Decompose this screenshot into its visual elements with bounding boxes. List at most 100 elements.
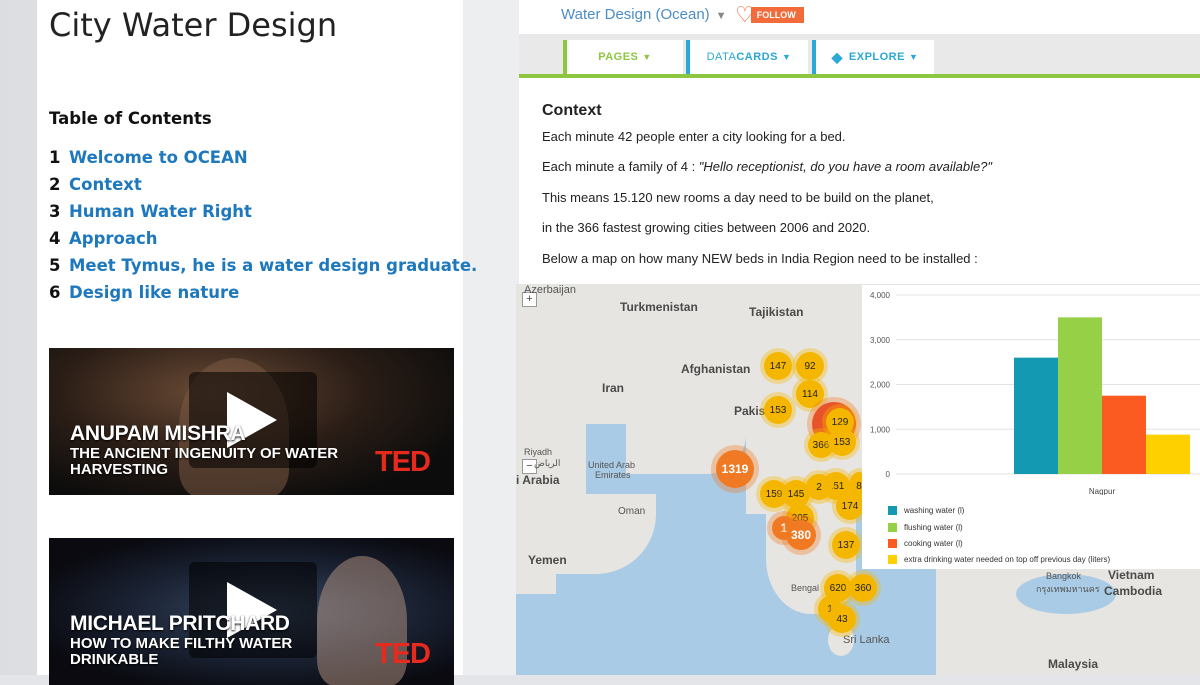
map-cluster[interactable]: 43 <box>828 605 856 633</box>
map-label: Malaysia <box>1048 657 1099 671</box>
map-cluster[interactable]: 360 <box>849 574 877 602</box>
legend-item: cooking water (l) <box>888 539 963 548</box>
tab-bar: PAGES ▼ DATA CARDS ▼ ◆ EXPLORE ▼ <box>519 34 1200 78</box>
toc-number: 2 <box>49 175 61 194</box>
y-tick-label: 3,000 <box>870 336 891 345</box>
legend-swatch <box>888 539 897 548</box>
map-label: Oman <box>618 506 646 517</box>
map-label: Bangkok <box>1046 571 1082 581</box>
chart-bar[interactable] <box>1014 357 1058 474</box>
legend-label: cooking water (l) <box>904 539 963 548</box>
toc-number: 4 <box>49 229 61 248</box>
map-cluster[interactable]: 1319 <box>716 450 754 488</box>
legend-label: extra drinking water needed on top off p… <box>904 555 1111 564</box>
video-speaker-name: ANUPAM MISHRA <box>70 422 246 445</box>
map-label: Cambodia <box>1104 584 1163 598</box>
map-cluster[interactable]: 92 <box>796 352 824 380</box>
map-label: Afghanistan <box>681 362 751 376</box>
bar-chart: 0 1,000 2,000 3,000 4,000 Nagpur washing wate… <box>862 285 1200 569</box>
map-label: Sri Lanka <box>843 634 890 646</box>
fish-icon: ◆ <box>831 48 843 65</box>
map-cluster[interactable]: 2 <box>806 474 832 500</box>
paragraph: This means 15.120 new rooms a day need t… <box>542 190 934 205</box>
map-cluster[interactable]: 153 <box>828 428 856 456</box>
map-label: Vietnam <box>1108 568 1155 582</box>
map-cluster[interactable]: 137 <box>832 531 860 559</box>
map-label: Yemen <box>528 553 567 567</box>
ted-logo: TED <box>375 446 431 478</box>
project-title: Water Design (Ocean) <box>561 6 710 23</box>
video-player-michael-pritchard[interactable]: MICHAEL PRITCHARD HOW TO MAKE FILTHY WAT… <box>49 538 454 685</box>
y-tick-label: 0 <box>886 470 891 479</box>
map-label: United Arab <box>588 460 636 470</box>
toc-link-context[interactable]: Context <box>69 175 142 194</box>
chevron-down-icon: ▼ <box>781 52 792 62</box>
chart-bar[interactable] <box>1102 395 1146 474</box>
table-of-contents: 1 Welcome to OCEAN 2 Context 3 Human Water … <box>49 146 477 308</box>
toc-link-approach[interactable]: Approach <box>69 229 158 248</box>
map-label: i Arabia <box>516 473 560 487</box>
context-section: Context Each minute 42 people enter a ci… <box>519 78 1200 286</box>
tab-explore-label: EXPLORE <box>848 51 905 63</box>
legend-swatch <box>888 555 897 564</box>
toc-heading: Table of Contents <box>49 109 212 128</box>
legend-swatch <box>888 523 897 532</box>
tab-datacards-suffix: CARDS <box>736 51 778 63</box>
toc-item: 5 Meet Tymus, he is a water design gradua… <box>49 254 477 281</box>
map-label: Turkmenistan <box>620 300 698 314</box>
video-subtitle: THE ANCIENT INGENUITY OF WATER HARVESTIN… <box>70 445 339 478</box>
chart-bar[interactable] <box>1058 317 1102 474</box>
toc-link-meet-tymus[interactable]: Meet Tymus, he is a water design graduat… <box>69 256 477 275</box>
legend-item: washing water (l) <box>888 506 964 515</box>
follow-label: FOLLOW <box>750 7 804 23</box>
legend-item: extra drinking water needed on top off p… <box>888 555 1110 564</box>
toc-item: 6 Design like nature <box>49 281 477 308</box>
y-tick-label: 1,000 <box>870 425 891 434</box>
chevron-down-icon: ▼ <box>908 52 919 62</box>
map-label: الرياض <box>534 458 561 468</box>
legend-label: washing water (l) <box>904 506 965 515</box>
tab-pages[interactable]: PAGES ▼ <box>563 40 683 74</box>
paragraph-text: Each minute a family of 4 : <box>542 159 699 174</box>
map-cluster[interactable]: 153 <box>764 396 792 424</box>
ted-logo: TED <box>375 638 431 670</box>
chart-plot: 0 1,000 2,000 3,000 4,000 Nagpur <box>870 291 1200 496</box>
section-heading: Context <box>542 102 602 119</box>
toc-item: 2 Context <box>49 173 477 200</box>
paragraph: in the 366 fastest growing cities betwee… <box>542 220 871 235</box>
y-tick-label: 4,000 <box>870 291 891 300</box>
tab-pages-label: PAGES <box>598 51 639 63</box>
map-label: Pakis <box>734 404 766 418</box>
map-label: Emirates <box>595 470 631 480</box>
legend-item: flushing water (l) <box>888 523 963 532</box>
legend-swatch <box>888 506 897 515</box>
map-cluster[interactable]: 114 <box>796 380 824 408</box>
y-tick-label: 2,000 <box>870 381 891 390</box>
map-cluster[interactable]: 147 <box>764 352 792 380</box>
tab-explore[interactable]: ◆ EXPLORE ▼ <box>812 40 934 74</box>
tab-datacards-prefix: DATA <box>706 51 737 63</box>
legend-label: flushing water (l) <box>904 523 963 532</box>
toc-item: 4 Approach <box>49 227 477 254</box>
chevron-down-icon: ▼ <box>642 52 652 62</box>
tab-datacards[interactable]: DATA CARDS ▼ <box>686 40 808 74</box>
map-cluster[interactable]: 380 <box>786 520 816 550</box>
map-label: กรุงเทพมหานคร <box>1036 584 1100 594</box>
land-mass <box>556 424 586 504</box>
paragraph: Below a map on how many NEW beds in Indi… <box>542 251 978 266</box>
chevron-down-icon: ▼ <box>715 10 727 22</box>
video-player-anupam-mishra[interactable]: ANUPAM MISHRA THE ANCIENT INGENUITY OF W… <box>49 348 454 495</box>
toc-link-human-water-right[interactable]: Human Water Right <box>69 202 252 221</box>
toc-link-welcome[interactable]: Welcome to OCEAN <box>69 148 248 167</box>
toc-item: 1 Welcome to OCEAN <box>49 146 477 173</box>
toc-link-design-like-nature[interactable]: Design like nature <box>69 283 239 302</box>
project-title-dropdown[interactable]: Water Design (Ocean) ▼ <box>561 6 727 23</box>
toc-number: 1 <box>49 148 61 167</box>
map-cluster[interactable]: 174 <box>836 492 864 520</box>
follow-button[interactable]: ♡ FOLLOW <box>735 4 804 26</box>
map-label: Bengal <box>791 583 820 593</box>
chart-bar[interactable] <box>1146 434 1190 474</box>
quote-text: "Hello receptionist, do you have a room … <box>698 159 993 174</box>
page-title: City Water Design <box>49 6 338 44</box>
document-panel: City Water Design Table of Contents 1 Wel… <box>37 0 477 685</box>
